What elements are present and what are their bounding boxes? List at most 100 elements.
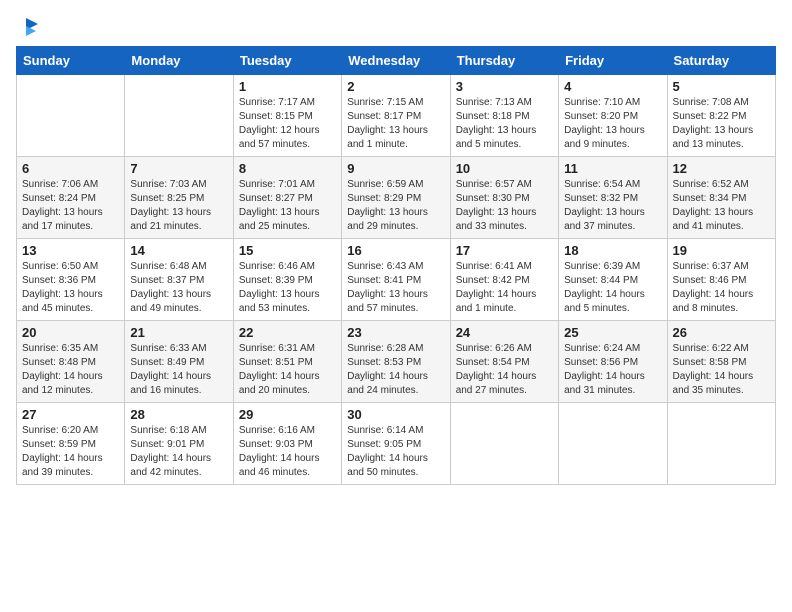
day-info: Sunrise: 6:48 AM Sunset: 8:37 PM Dayligh… <box>130 260 227 316</box>
day-info: Sunrise: 6:54 AM Sunset: 8:32 PM Dayligh… <box>564 178 661 234</box>
day-info: Sunrise: 7:08 AM Sunset: 8:22 PM Dayligh… <box>673 96 770 152</box>
day-number: 5 <box>673 79 770 94</box>
calendar-week-row: 20 Sunrise: 6:35 AM Sunset: 8:48 PM Dayli… <box>17 321 776 403</box>
calendar-cell: 2Sunrise: 7:15 AM Sunset: 8:17 PM Daylig… <box>342 75 450 157</box>
calendar-day-header: Tuesday <box>233 47 341 75</box>
day-number: 28 <box>130 407 227 422</box>
day-number: 1 <box>239 79 336 94</box>
day-info: Sunrise: 6:37 AM Sunset: 8:46 PM Dayligh… <box>673 260 770 316</box>
calendar-day-header: Wednesday <box>342 47 450 75</box>
calendar-cell: 27 Sunrise: 6:20 AM Sunset: 8:59 PM Dayli… <box>17 403 125 485</box>
day-number: 17 <box>456 243 553 258</box>
calendar-cell: 30 Sunrise: 6:14 AM Sunset: 9:05 PM Dayli… <box>342 403 450 485</box>
day-number: 8 <box>239 161 336 176</box>
calendar-cell: 14 Sunrise: 6:48 AM Sunset: 8:37 PM Dayli… <box>125 239 233 321</box>
day-info: Sunrise: 6:52 AM Sunset: 8:34 PM Dayligh… <box>673 178 770 234</box>
day-number: 22 <box>239 325 336 340</box>
day-info: Sunrise: 7:03 AM Sunset: 8:25 PM Dayligh… <box>130 178 227 234</box>
calendar-week-row: 13Sunrise: 6:50 AM Sunset: 8:36 PM Dayli… <box>17 239 776 321</box>
day-info: Sunrise: 6:14 AM Sunset: 9:05 PM Dayligh… <box>347 424 444 480</box>
calendar-cell: 12 Sunrise: 6:52 AM Sunset: 8:34 PM Dayli… <box>667 157 775 239</box>
day-number: 13 <box>22 243 119 258</box>
day-number: 10 <box>456 161 553 176</box>
day-info: Sunrise: 7:06 AM Sunset: 8:24 PM Dayligh… <box>22 178 119 234</box>
calendar-cell: 9 Sunrise: 6:59 AM Sunset: 8:29 PM Daylig… <box>342 157 450 239</box>
day-number: 19 <box>673 243 770 258</box>
calendar-cell: 5 Sunrise: 7:08 AM Sunset: 8:22 PM Daylig… <box>667 75 775 157</box>
day-number: 27 <box>22 407 119 422</box>
day-info: Sunrise: 7:15 AM Sunset: 8:17 PM Dayligh… <box>347 96 444 152</box>
day-info: Sunrise: 6:22 AM Sunset: 8:58 PM Dayligh… <box>673 342 770 398</box>
calendar-week-row: 27 Sunrise: 6:20 AM Sunset: 8:59 PM Dayli… <box>17 403 776 485</box>
calendar-cell: 7 Sunrise: 7:03 AM Sunset: 8:25 PM Daylig… <box>125 157 233 239</box>
calendar-cell: 6 Sunrise: 7:06 AM Sunset: 8:24 PM Daylig… <box>17 157 125 239</box>
page-header <box>16 16 776 38</box>
calendar-cell: 25 Sunrise: 6:24 AM Sunset: 8:56 PM Dayli… <box>559 321 667 403</box>
calendar-cell: 3Sunrise: 7:13 AM Sunset: 8:18 PM Daylig… <box>450 75 558 157</box>
day-info: Sunrise: 6:39 AM Sunset: 8:44 PM Dayligh… <box>564 260 661 316</box>
calendar-day-header: Friday <box>559 47 667 75</box>
calendar-week-row: 6 Sunrise: 7:06 AM Sunset: 8:24 PM Daylig… <box>17 157 776 239</box>
day-number: 21 <box>130 325 227 340</box>
day-info: Sunrise: 6:16 AM Sunset: 9:03 PM Dayligh… <box>239 424 336 480</box>
day-number: 29 <box>239 407 336 422</box>
day-info: Sunrise: 6:46 AM Sunset: 8:39 PM Dayligh… <box>239 260 336 316</box>
day-number: 25 <box>564 325 661 340</box>
calendar-cell: 21 Sunrise: 6:33 AM Sunset: 8:49 PM Dayli… <box>125 321 233 403</box>
calendar-cell: 19 Sunrise: 6:37 AM Sunset: 8:46 PM Dayli… <box>667 239 775 321</box>
calendar-table: SundayMondayTuesdayWednesdayThursdayFrid… <box>16 46 776 485</box>
day-info: Sunrise: 6:33 AM Sunset: 8:49 PM Dayligh… <box>130 342 227 398</box>
day-info: Sunrise: 6:35 AM Sunset: 8:48 PM Dayligh… <box>22 342 119 398</box>
calendar-cell: 8Sunrise: 7:01 AM Sunset: 8:27 PM Daylig… <box>233 157 341 239</box>
calendar-day-header: Saturday <box>667 47 775 75</box>
day-info: Sunrise: 6:24 AM Sunset: 8:56 PM Dayligh… <box>564 342 661 398</box>
calendar-cell <box>17 75 125 157</box>
day-number: 11 <box>564 161 661 176</box>
day-number: 9 <box>347 161 444 176</box>
day-number: 24 <box>456 325 553 340</box>
day-number: 4 <box>564 79 661 94</box>
day-info: Sunrise: 7:17 AM Sunset: 8:15 PM Dayligh… <box>239 96 336 152</box>
calendar-cell: 13Sunrise: 6:50 AM Sunset: 8:36 PM Dayli… <box>17 239 125 321</box>
day-info: Sunrise: 6:57 AM Sunset: 8:30 PM Dayligh… <box>456 178 553 234</box>
calendar-cell: 24Sunrise: 6:26 AM Sunset: 8:54 PM Dayli… <box>450 321 558 403</box>
day-info: Sunrise: 6:59 AM Sunset: 8:29 PM Dayligh… <box>347 178 444 234</box>
day-info: Sunrise: 6:41 AM Sunset: 8:42 PM Dayligh… <box>456 260 553 316</box>
calendar-cell: 18 Sunrise: 6:39 AM Sunset: 8:44 PM Dayli… <box>559 239 667 321</box>
day-number: 12 <box>673 161 770 176</box>
calendar-cell: 23 Sunrise: 6:28 AM Sunset: 8:53 PM Dayli… <box>342 321 450 403</box>
calendar-cell: 22 Sunrise: 6:31 AM Sunset: 8:51 PM Dayli… <box>233 321 341 403</box>
calendar-cell: 4 Sunrise: 7:10 AM Sunset: 8:20 PM Daylig… <box>559 75 667 157</box>
calendar-cell <box>559 403 667 485</box>
calendar-week-row: 1 Sunrise: 7:17 AM Sunset: 8:15 PM Daylig… <box>17 75 776 157</box>
day-number: 6 <box>22 161 119 176</box>
calendar-cell: 26Sunrise: 6:22 AM Sunset: 8:58 PM Dayli… <box>667 321 775 403</box>
calendar-cell: 11 Sunrise: 6:54 AM Sunset: 8:32 PM Dayli… <box>559 157 667 239</box>
day-number: 7 <box>130 161 227 176</box>
day-number: 15 <box>239 243 336 258</box>
day-number: 18 <box>564 243 661 258</box>
day-info: Sunrise: 6:28 AM Sunset: 8:53 PM Dayligh… <box>347 342 444 398</box>
day-info: Sunrise: 6:31 AM Sunset: 8:51 PM Dayligh… <box>239 342 336 398</box>
calendar-cell: 29 Sunrise: 6:16 AM Sunset: 9:03 PM Dayli… <box>233 403 341 485</box>
day-number: 23 <box>347 325 444 340</box>
calendar-cell: 1 Sunrise: 7:17 AM Sunset: 8:15 PM Daylig… <box>233 75 341 157</box>
day-number: 30 <box>347 407 444 422</box>
day-number: 3 <box>456 79 553 94</box>
calendar-cell: 17 Sunrise: 6:41 AM Sunset: 8:42 PM Dayli… <box>450 239 558 321</box>
logo <box>16 16 40 38</box>
calendar-cell: 16 Sunrise: 6:43 AM Sunset: 8:41 PM Dayli… <box>342 239 450 321</box>
calendar-day-header: Thursday <box>450 47 558 75</box>
day-info: Sunrise: 6:18 AM Sunset: 9:01 PM Dayligh… <box>130 424 227 480</box>
calendar-cell: 20 Sunrise: 6:35 AM Sunset: 8:48 PM Dayli… <box>17 321 125 403</box>
logo-icon <box>18 16 40 38</box>
day-number: 16 <box>347 243 444 258</box>
calendar-cell: 10 Sunrise: 6:57 AM Sunset: 8:30 PM Dayli… <box>450 157 558 239</box>
day-number: 20 <box>22 325 119 340</box>
day-info: Sunrise: 7:10 AM Sunset: 8:20 PM Dayligh… <box>564 96 661 152</box>
day-info: Sunrise: 6:20 AM Sunset: 8:59 PM Dayligh… <box>22 424 119 480</box>
calendar-cell <box>667 403 775 485</box>
calendar-cell: 15 Sunrise: 6:46 AM Sunset: 8:39 PM Dayli… <box>233 239 341 321</box>
day-info: Sunrise: 6:43 AM Sunset: 8:41 PM Dayligh… <box>347 260 444 316</box>
day-number: 14 <box>130 243 227 258</box>
